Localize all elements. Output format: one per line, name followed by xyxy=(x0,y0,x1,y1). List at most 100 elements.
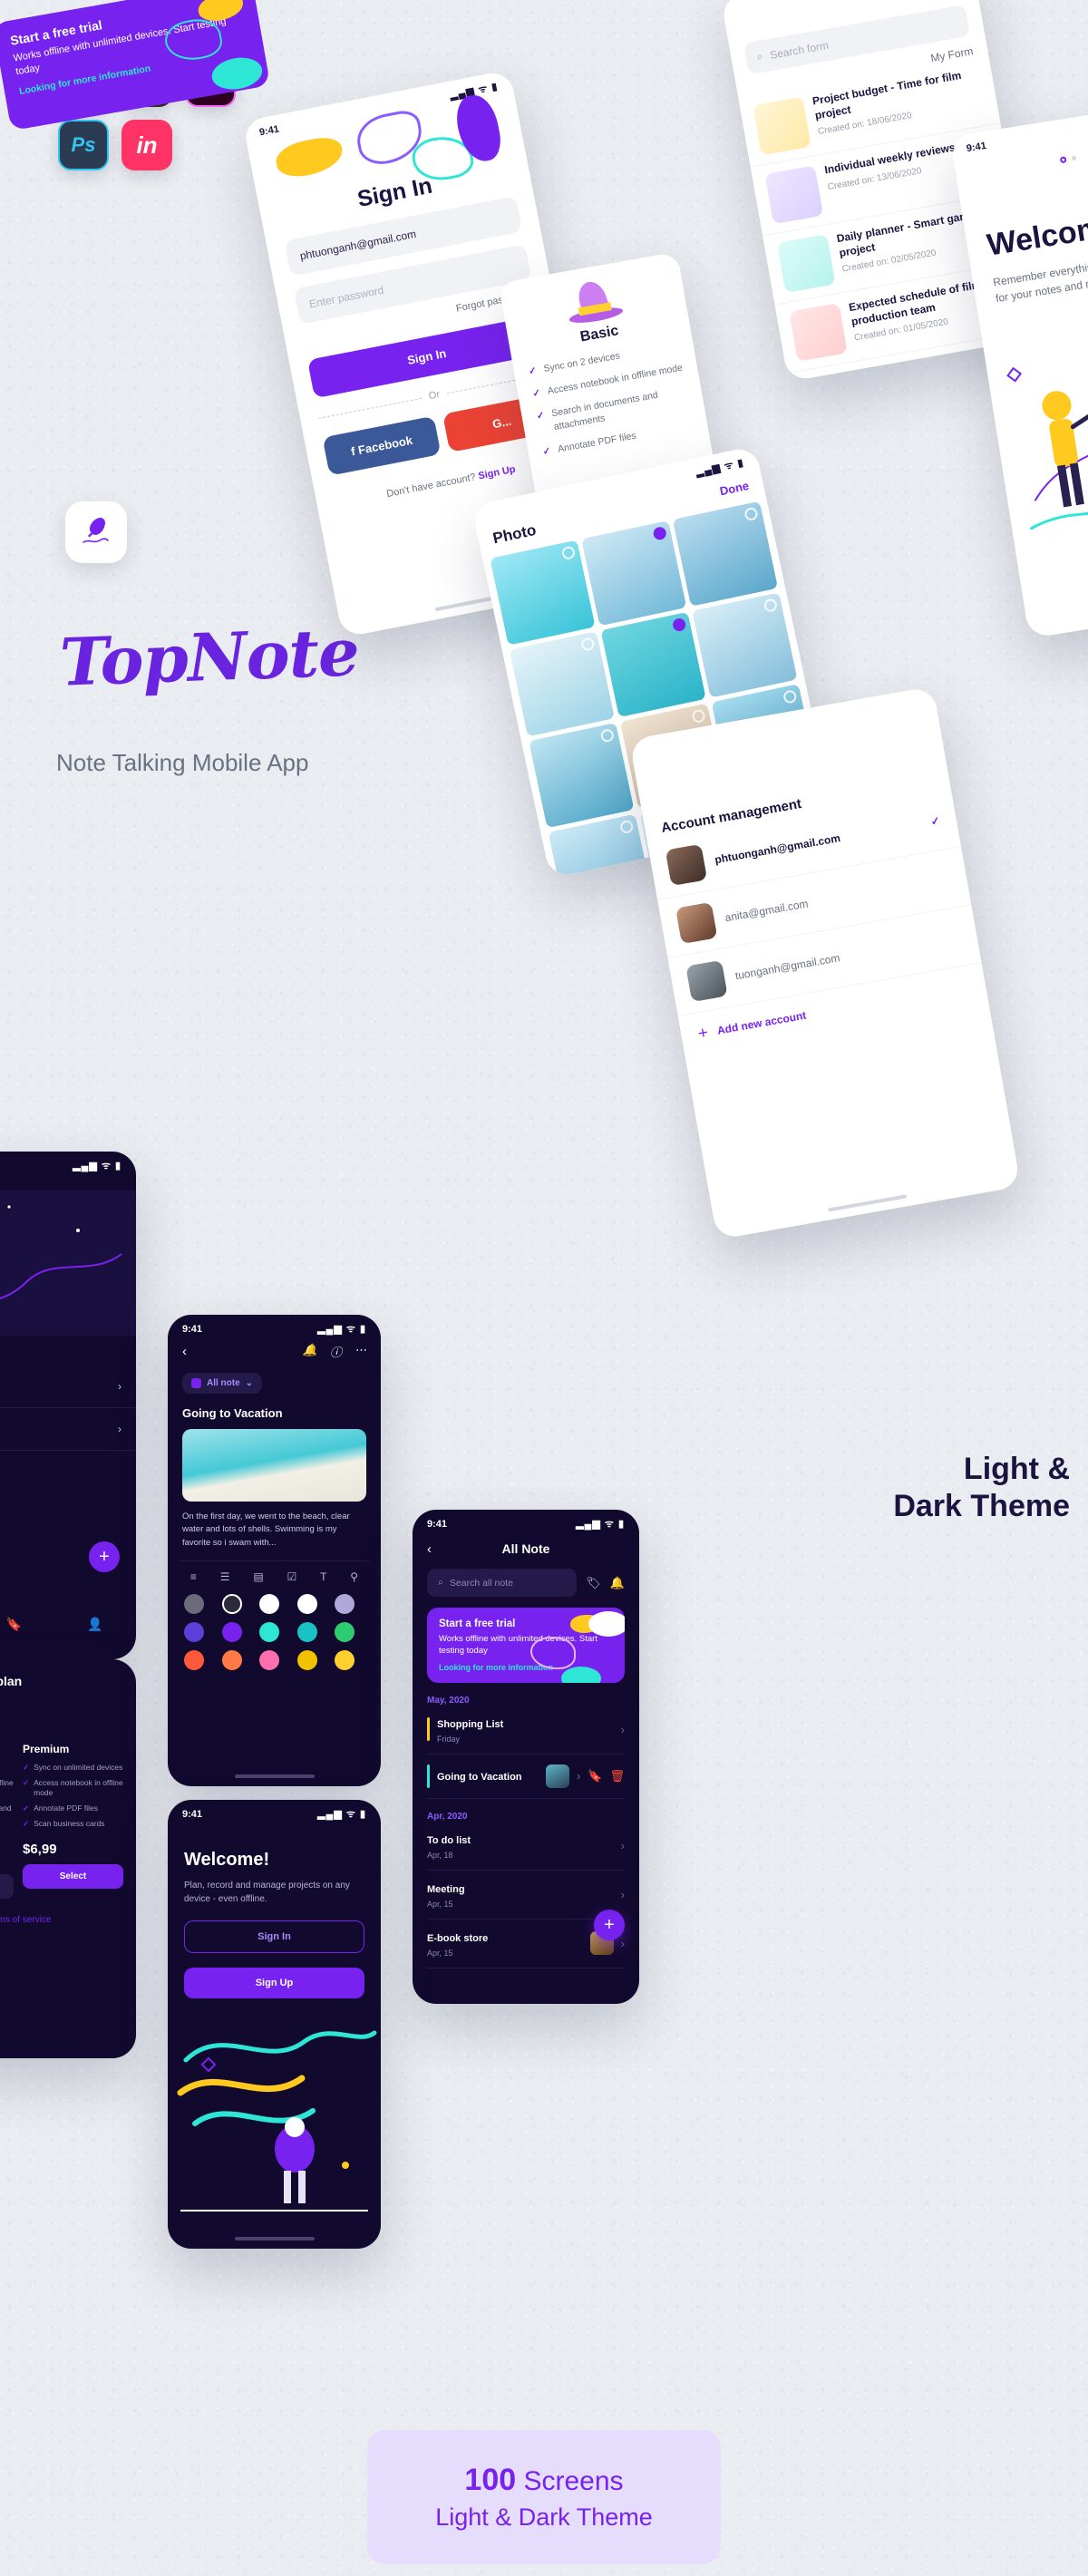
photo-cell[interactable] xyxy=(529,722,635,829)
plan-select-button[interactable]: Select xyxy=(0,1874,14,1900)
list-item[interactable]: Option› xyxy=(0,1408,136,1451)
status-icons: ▂▄▆ ᯤ ▮ xyxy=(576,1519,625,1530)
item-title: E-book store xyxy=(427,1932,489,1944)
tab-bookmark[interactable]: 🔖 xyxy=(5,1617,21,1632)
photoshop-icon[interactable]: Ps xyxy=(58,120,109,170)
more-icon[interactable]: ⋯ xyxy=(355,1343,366,1360)
swatch[interactable] xyxy=(335,1649,355,1670)
bookmark-icon[interactable]: 🔖 xyxy=(588,1769,602,1784)
swatch[interactable] xyxy=(296,1621,317,1642)
swatch[interactable] xyxy=(184,1649,204,1670)
search-placeholder: Search form xyxy=(769,38,830,62)
list-item[interactable]: Shopping List Friday › xyxy=(427,1706,625,1755)
avatar xyxy=(675,901,718,945)
facebook-login-button[interactable]: f Facebook xyxy=(322,415,442,476)
plan-price: Free xyxy=(0,1852,14,1867)
list-icon[interactable]: ☰ xyxy=(220,1570,230,1583)
select-circle-icon[interactable] xyxy=(599,727,616,744)
back-icon[interactable]: ‹ xyxy=(182,1344,187,1359)
signin-button[interactable]: Sign In xyxy=(184,1920,364,1953)
accent-bar xyxy=(427,1764,430,1788)
select-circle-icon[interactable] xyxy=(652,525,668,541)
swatch[interactable] xyxy=(296,1593,317,1614)
select-circle-icon[interactable] xyxy=(560,545,577,561)
home-indicator xyxy=(828,1194,908,1212)
delete-icon[interactable]: 🗑 xyxy=(609,1769,625,1784)
swatch[interactable] xyxy=(221,1649,242,1670)
list-item[interactable]: List› xyxy=(0,1366,136,1408)
note-thumbnail xyxy=(764,165,824,225)
select-circle-icon[interactable] xyxy=(671,617,687,633)
text-icon[interactable]: T xyxy=(320,1570,326,1583)
swatch[interactable] xyxy=(221,1621,242,1642)
bell-icon[interactable]: 🔔 xyxy=(303,1343,317,1360)
note-title[interactable]: Going to Vacation xyxy=(182,1406,381,1420)
signup-link[interactable]: Sign Up xyxy=(477,464,516,482)
plan-columns: Basic ✓Sync on 2 devices ✓Access noteboo… xyxy=(0,1743,136,1900)
select-circle-icon[interactable] xyxy=(763,598,779,613)
banner-body: Works offline with unlimited devices. St… xyxy=(439,1634,597,1657)
select-circle-icon[interactable] xyxy=(691,708,706,724)
status-bar: 9:41 ▂▄▆ ᯤ ▮ xyxy=(413,1510,639,1532)
swatch[interactable] xyxy=(221,1593,242,1614)
photo-cell[interactable] xyxy=(490,540,596,646)
bell-icon[interactable]: 🔔 xyxy=(610,1576,625,1590)
signup-button[interactable]: Sign Up xyxy=(184,1968,364,1998)
list-item[interactable]: Going to Vacation › 🔖 🗑 xyxy=(427,1755,625,1799)
item-title: Going to Vacation xyxy=(437,1771,522,1783)
home-indicator xyxy=(234,2237,315,2241)
photo-cell[interactable] xyxy=(672,501,779,607)
swatch[interactable] xyxy=(184,1593,204,1614)
swatch[interactable] xyxy=(259,1649,280,1670)
all-note-title: All Note xyxy=(501,1541,550,1556)
tab-bar: ⌕ 🔖 👤 xyxy=(0,1617,136,1632)
tag-icon[interactable]: 🏷 xyxy=(586,1576,601,1590)
facebook-label: Facebook xyxy=(356,433,414,458)
photo-cell[interactable] xyxy=(692,592,798,698)
photo-cell[interactable] xyxy=(600,611,706,718)
welcome-illustration-dark xyxy=(177,2030,377,2211)
swatch[interactable] xyxy=(335,1593,355,1614)
back-icon[interactable]: ‹ xyxy=(427,1541,432,1557)
info-icon[interactable]: ⓘ xyxy=(330,1343,342,1360)
add-note-fab[interactable]: + xyxy=(89,1541,120,1572)
plan-feature: ✓ Scan business cards xyxy=(23,1819,105,1829)
select-circle-icon[interactable] xyxy=(580,637,596,652)
swatch[interactable] xyxy=(184,1621,204,1642)
select-circle-icon[interactable] xyxy=(618,819,635,835)
attach-icon[interactable]: ⚲ xyxy=(350,1570,358,1583)
status-bar: 9:41▂▄▆ ᯤ ▮ xyxy=(0,1152,136,1174)
tab-profile[interactable]: 👤 xyxy=(87,1617,102,1632)
note-body[interactable]: On the first day, we went to the beach, … xyxy=(182,1511,366,1550)
select-circle-icon[interactable] xyxy=(782,689,798,705)
invision-icon[interactable]: in xyxy=(121,120,172,170)
badge-line-2: Light & Dark Theme xyxy=(435,2503,653,2531)
swatch[interactable] xyxy=(335,1621,355,1642)
photo-title: Photo xyxy=(491,520,538,548)
notebook-selector-chip[interactable]: All note ⌄ xyxy=(182,1373,263,1394)
swatch[interactable] xyxy=(259,1621,280,1642)
checkbox-icon[interactable]: ☑ xyxy=(287,1570,297,1583)
list-item[interactable]: Meeting Apr, 15 › xyxy=(427,1871,625,1920)
add-note-fab[interactable]: + xyxy=(594,1910,625,1940)
terms-of-service-link[interactable]: Terms of service xyxy=(0,1915,136,1925)
signup-prompt-text: Don't have account? xyxy=(385,471,477,501)
plan-select-button[interactable]: Select xyxy=(23,1864,123,1890)
swatch[interactable] xyxy=(296,1649,317,1670)
align-left-icon[interactable]: ≡ xyxy=(190,1570,197,1583)
banner-free-trial[interactable]: Start a free trial Works offline with un… xyxy=(427,1608,625,1683)
photo-done-button[interactable]: Done xyxy=(718,478,750,497)
item-date: Apr, 15 xyxy=(427,1948,453,1958)
photo-cell[interactable] xyxy=(509,631,615,737)
accent-bar xyxy=(427,1717,430,1742)
status-bar: 9:41▂▄▆ ᯤ ▮ xyxy=(168,1315,381,1337)
image-icon[interactable]: ▤ xyxy=(253,1570,263,1583)
badge-count: 100 xyxy=(464,2463,517,2497)
status-time: 9:41 xyxy=(427,1518,448,1530)
home-indicator xyxy=(234,1774,315,1778)
photo-cell[interactable] xyxy=(581,520,687,627)
swatch[interactable] xyxy=(259,1593,280,1614)
select-circle-icon[interactable] xyxy=(743,506,759,522)
search-input[interactable]: ⌕ Search all note xyxy=(427,1569,578,1597)
list-item[interactable]: To do list Apr, 18 › xyxy=(427,1822,625,1871)
